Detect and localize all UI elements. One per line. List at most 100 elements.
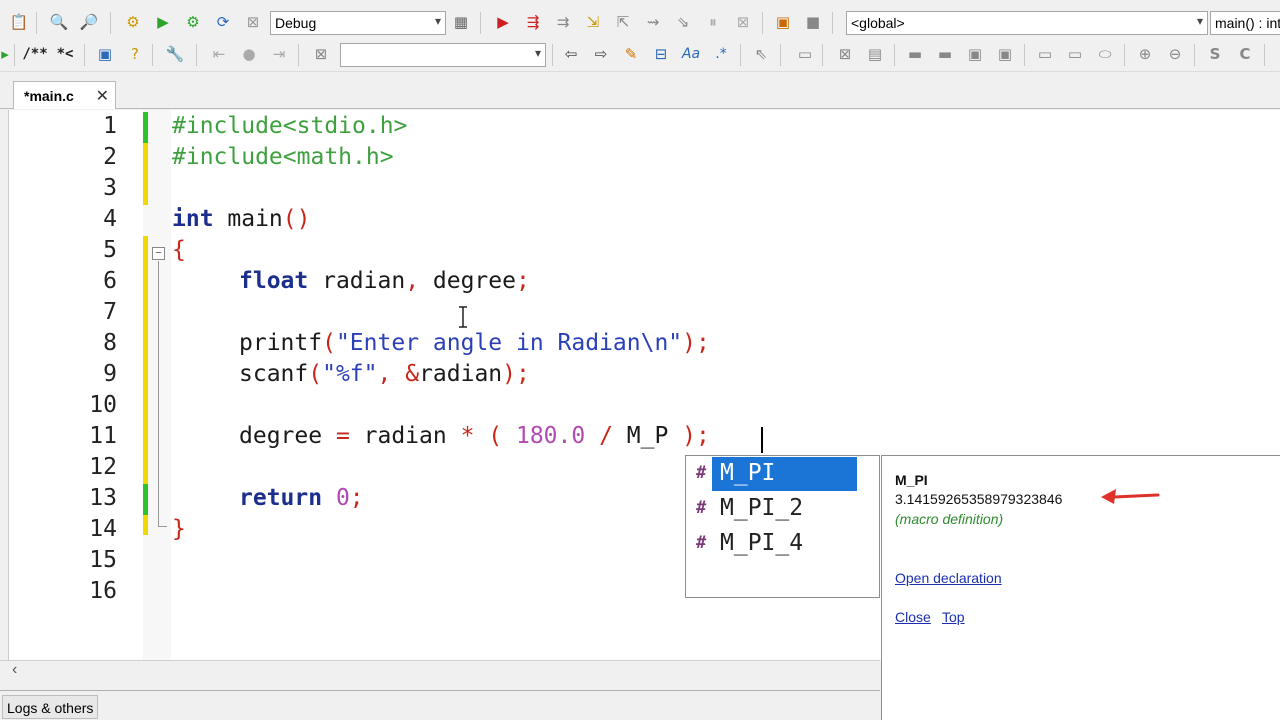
operator: );	[682, 330, 710, 356]
autocomplete-item[interactable]: # M_PI_2	[686, 492, 879, 527]
c-icon[interactable]: C	[1234, 43, 1256, 65]
open-declaration-link[interactable]: Open declaration	[895, 570, 1002, 586]
line-number: 3	[103, 175, 117, 201]
horizontal-scrollbar[interactable]: ‹	[0, 660, 880, 682]
shape-box-icon[interactable]: ⊠	[834, 43, 856, 65]
step-instruction-icon[interactable]: ⇘	[672, 11, 694, 33]
shape-doc-icon[interactable]: ▤	[864, 43, 886, 65]
help-icon[interactable]: ?	[124, 43, 146, 65]
toolbar-separator	[740, 44, 741, 66]
build-target-select[interactable]: Debug ▾	[270, 11, 446, 35]
rebuild-icon[interactable]: ⟳	[212, 11, 234, 33]
line-number: 16	[89, 578, 117, 604]
regex-icon[interactable]: .*	[710, 43, 732, 65]
line-number: 11	[89, 423, 117, 449]
toolbar-separator	[822, 44, 823, 66]
highlight-icon[interactable]: ✎	[620, 43, 642, 65]
tab-main-c[interactable]: *main.c ✕	[13, 81, 116, 109]
find-icon[interactable]: 🔍	[48, 11, 70, 33]
identifier: printf	[239, 330, 323, 356]
shape-rect-icon[interactable]: ▭	[794, 43, 816, 65]
autocomplete-list[interactable]: # M_PI # M_PI_2 # M_PI_4	[685, 455, 880, 598]
line-number: 2	[103, 144, 117, 170]
operator: /	[585, 423, 627, 449]
block-4-icon[interactable]: ▣	[994, 43, 1016, 65]
selected-text-icon[interactable]: ⊟	[650, 43, 672, 65]
pause-icon[interactable]: ⏸	[702, 11, 724, 33]
shape-6-icon[interactable]: ▭	[1064, 43, 1086, 65]
operator: (	[322, 330, 336, 356]
toolbar-separator	[894, 44, 895, 66]
change-marker-modified	[143, 143, 148, 205]
zoom-in-icon[interactable]: ⊕	[1134, 43, 1156, 65]
replace-icon[interactable]: 🔎	[78, 11, 100, 33]
logs-tab[interactable]: Logs & others	[2, 695, 98, 719]
block-1-icon[interactable]: ▬	[904, 43, 926, 65]
step-into-icon[interactable]: ⇲	[582, 11, 604, 33]
close-icon[interactable]: ✕	[96, 86, 109, 106]
next-line-icon[interactable]: ⇉	[552, 11, 574, 33]
build-options-icon[interactable]: ▦	[450, 11, 472, 33]
stop-debugger-icon[interactable]: ⊠	[732, 11, 754, 33]
line-number: 12	[89, 454, 117, 480]
block-2-icon[interactable]: ▬	[934, 43, 956, 65]
toolbar-grip-icon: ▸	[1, 45, 9, 63]
wrench-icon[interactable]: 🔧	[164, 43, 186, 65]
build-target-value: Debug	[275, 15, 317, 31]
function-select[interactable]: main() : int	[1210, 11, 1280, 35]
various-info-icon[interactable]: ■	[802, 11, 824, 33]
step-out-icon[interactable]: ⇱	[612, 11, 634, 33]
toolbar-separator	[1194, 44, 1195, 66]
select-pointer-icon[interactable]: ⇖	[750, 43, 772, 65]
shape-7-icon[interactable]: ⬭	[1094, 43, 1116, 65]
jump-forward-icon[interactable]: ⇥	[268, 43, 290, 65]
debug-start-icon[interactable]: ▶	[492, 11, 514, 33]
line-number: 1	[103, 113, 117, 139]
autocomplete-item[interactable]: # M_PI_4	[686, 527, 879, 562]
match-case-icon[interactable]: Aa	[680, 43, 702, 65]
toolbar-separator	[298, 44, 299, 66]
secondary-toolbar: ▸ /** *< ▣ ? 🔧 ⇤ ● ⇥ ⊠ ▾ ⇦ ⇨ ✎ ⊟ Aa .* ⇖…	[0, 38, 1280, 72]
autocomplete-item[interactable]: # M_PI	[686, 457, 879, 492]
fold-collapse-icon[interactable]: −	[152, 247, 165, 260]
string-literal: "%f"	[322, 361, 378, 387]
code-line-1: #include<stdio.h>	[172, 113, 408, 139]
s-icon[interactable]: S	[1204, 43, 1226, 65]
identifier: main	[213, 206, 283, 232]
doxygen-line-comment-button[interactable]: *<	[52, 43, 78, 65]
change-marker-saved	[143, 484, 148, 515]
number-literal: 0	[322, 485, 350, 511]
toolbar-separator	[14, 44, 15, 66]
run-icon[interactable]: ▶	[152, 11, 174, 33]
jump-dot-icon[interactable]: ●	[238, 43, 260, 65]
toolbar-separator	[762, 12, 763, 34]
macro-icon: #	[696, 498, 707, 518]
top-link[interactable]: Top	[942, 609, 965, 625]
debug-windows-icon[interactable]: ▣	[772, 11, 794, 33]
change-marker-modified	[143, 515, 148, 535]
next-instruction-icon[interactable]: ⇝	[642, 11, 664, 33]
abort-icon[interactable]: ⊠	[242, 11, 264, 33]
scroll-left-icon[interactable]: ‹	[12, 661, 17, 679]
code-line-13: return 0;	[239, 485, 364, 511]
shape-5-icon[interactable]: ▭	[1034, 43, 1056, 65]
doc-symbol-name: M_PI	[895, 472, 928, 488]
scope-select[interactable]: <global> ▾	[846, 11, 1208, 35]
clipboard-icon[interactable]: 📋	[8, 11, 30, 33]
build-and-run-icon[interactable]: ⚙	[182, 11, 204, 33]
doxygen-block-comment-button[interactable]: /**	[22, 43, 48, 65]
zoom-out-icon[interactable]: ⊖	[1164, 43, 1186, 65]
jump-back-icon[interactable]: ⇤	[208, 43, 230, 65]
macro-icon: #	[696, 533, 707, 553]
find-previous-icon[interactable]: ⇦	[560, 43, 582, 65]
doxywizard-icon[interactable]: ▣	[94, 43, 116, 65]
line-number-gutter: 1 2 3 4 5 6 7 8 9 10 11 12 13 14 15 16	[9, 110, 143, 660]
run-to-cursor-icon[interactable]: ⇶	[522, 11, 544, 33]
clear-search-icon[interactable]: ⊠	[310, 43, 332, 65]
find-next-icon[interactable]: ⇨	[590, 43, 612, 65]
close-link[interactable]: Close	[895, 609, 931, 625]
toolbar-separator	[1024, 44, 1025, 66]
search-combo[interactable]: ▾	[340, 43, 546, 67]
build-gear-icon[interactable]: ⚙	[122, 11, 144, 33]
block-3-icon[interactable]: ▣	[964, 43, 986, 65]
